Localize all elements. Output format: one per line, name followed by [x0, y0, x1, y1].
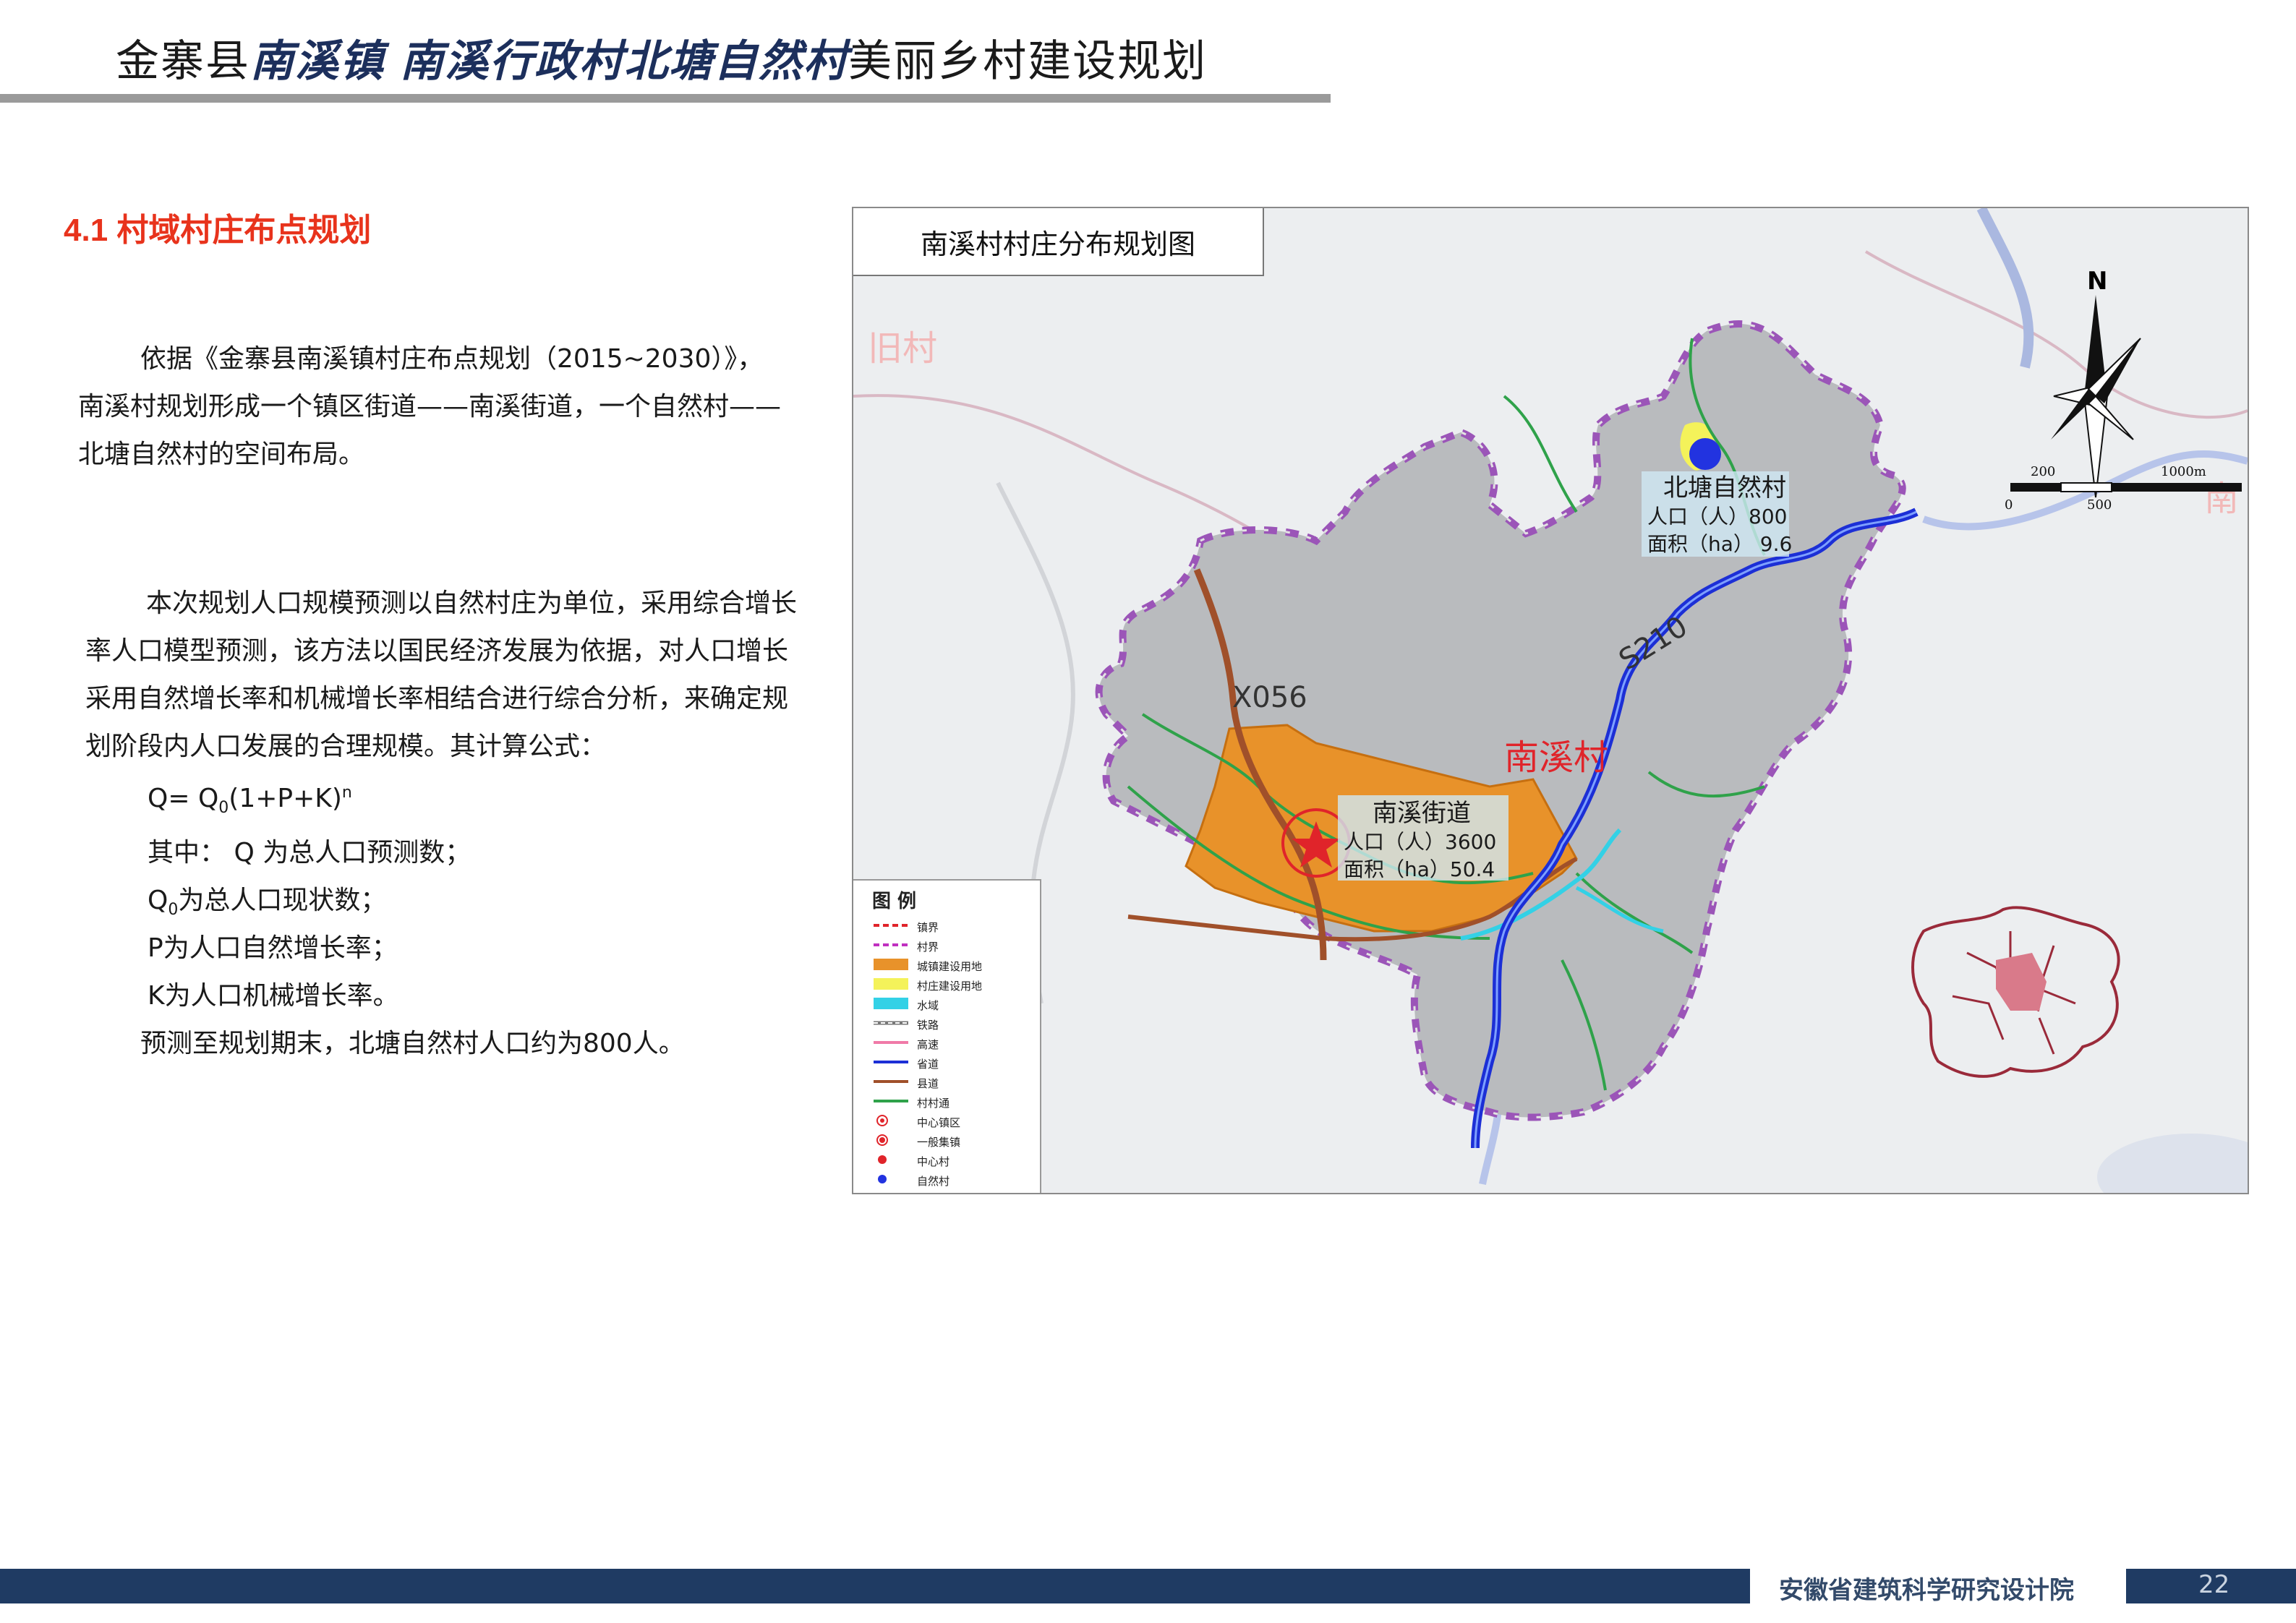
paragraph-line: 采用自然增长率和机械增长率相结合进行综合分析，来确定规: [85, 684, 789, 714]
paragraph-line: 依据《金寨县南溪镇村庄布点规划（2015~2030）》，: [140, 344, 764, 374]
legend-symbol-icon: [872, 1152, 910, 1167]
nanxi-street-pop-label: 人口（人）3600: [1344, 830, 1496, 854]
legend-label: 村庄建设用地: [917, 980, 983, 993]
def-q: 其中： Q 为总人口预测数；: [148, 838, 471, 868]
beitang-name-label: 北塘自然村: [1663, 474, 1786, 502]
beitang-pop-label: 人口（人）800: [1647, 505, 1787, 528]
def-q0: Q0为总人口现状数；: [148, 886, 387, 920]
paragraph-line: 划阶段内人口发展的合理规模。其计算公式：: [85, 732, 607, 761]
legend-label: 自然村: [917, 1175, 950, 1188]
map-title: 南溪村村庄分布规划图: [853, 208, 1264, 276]
legend-title: 图 例: [872, 891, 917, 912]
legend-symbol-icon: [872, 1094, 910, 1108]
legend-label: 村村通: [917, 1097, 950, 1110]
legend-label: 水域: [917, 999, 939, 1012]
header-title-prefix: 金寨县: [116, 36, 250, 87]
legend-symbol-icon: [872, 1035, 910, 1050]
header-divider: [0, 94, 1331, 103]
map-canvas: 北塘自然村 人口（人）800 面积（ha） 9.6 南溪街道 人口（人）3600…: [853, 208, 2248, 1193]
formula: Q= Q0(1+P+K)n: [148, 784, 352, 818]
footer-organization: 安徽省建筑科学研究设计院: [1779, 1576, 2074, 1605]
svg-text:200: 200: [2031, 464, 2055, 479]
def-p: P为人口自然增长率；: [148, 933, 398, 963]
svg-text:1000m: 1000m: [2161, 464, 2206, 479]
header-title-suffix: 美丽乡村建设规划: [848, 36, 1208, 87]
legend-symbol-icon: [872, 996, 910, 1011]
paragraph-line: 本次规划人口规模预测以自然村庄为单位，采用综合增长: [146, 588, 798, 618]
legend-label: 中心镇区: [917, 1116, 961, 1129]
svg-text:0: 0: [2005, 497, 2013, 513]
paragraph-line: 北塘自然村的空间布局。: [78, 440, 365, 469]
village-name-label: 南溪村: [1504, 737, 1608, 778]
legend-symbol-icon: [872, 938, 910, 952]
map-legend: 图 例 镇界村界城镇建设用地 村庄建设用地 水域铁路高速省道县道村村通中心镇区一般集…: [853, 879, 1041, 1193]
header-title-town: 南溪镇: [250, 36, 385, 87]
legend-label: 高速: [917, 1038, 939, 1051]
section-title: 4.1 村域村庄布点规划: [64, 213, 372, 248]
legend-symbol-icon: [872, 957, 910, 972]
legend-label: 省道: [917, 1058, 939, 1071]
svg-text:500: 500: [2087, 497, 2112, 513]
paragraph-line: 率人口模型预测，该方法以国民经济发展为依据，对人口增长: [85, 636, 789, 666]
legend-label: 中心村: [917, 1155, 950, 1168]
paragraph-basis: 依据《金寨县南溪镇村庄布点规划（2015~2030）》， 南溪村规划形成一个镇区…: [78, 335, 781, 479]
legend-symbol-icon: [872, 1055, 910, 1069]
legend-symbol-icon: [872, 918, 910, 933]
legend-symbol-icon: [872, 1133, 910, 1147]
legend-symbol-icon: [872, 1172, 910, 1186]
background-place-label: 旧村: [868, 328, 937, 369]
page-header-title: 金寨县南溪镇 南溪行政村北塘自然村美丽乡村建设规划: [116, 26, 1207, 89]
nanxi-street-area-label: 面积（ha）50.4: [1344, 857, 1495, 881]
legend-label: 一般集镇: [917, 1136, 961, 1149]
svg-text:N: N: [2087, 267, 2107, 296]
village-distribution-map: 南溪村村庄分布规划图 北塘自然村 人口（人）800 面积（ha） 9.6 南溪街…: [852, 207, 2249, 1194]
legend-symbol-icon: [872, 1074, 910, 1089]
paragraph-method: 本次规划人口规模预测以自然村庄为单位，采用综合增长 率人口模型预测，该方法以国民…: [85, 580, 797, 771]
legend-symbol-icon: [872, 1016, 910, 1030]
nanxi-street-name-label: 南溪街道: [1373, 799, 1471, 828]
legend-symbol-icon: [872, 977, 910, 991]
legend-label: 城镇建设用地: [917, 960, 983, 973]
header-title-village: 南溪行政村北塘自然村: [400, 36, 849, 87]
legend-label: 铁路: [917, 1019, 939, 1032]
page-number: 22: [2198, 1570, 2230, 1599]
legend-symbol-icon: [872, 1113, 910, 1128]
legend-label: 村界: [917, 941, 939, 954]
legend-label: 县道: [917, 1077, 939, 1090]
def-k: K为人口机械增长率。: [148, 981, 399, 1011]
natural-village-marker: [1689, 438, 1721, 470]
paragraph-line: 南溪村规划形成一个镇区街道——南溪街道，一个自然村——: [78, 392, 782, 421]
legend-label: 镇界: [917, 921, 939, 934]
road-x056-label: X056: [1232, 681, 1307, 714]
beitang-area-label: 面积（ha） 9.6: [1647, 532, 1792, 556]
conclusion: 预测至规划期末，北塘自然村人口约为800人。: [140, 1029, 685, 1058]
